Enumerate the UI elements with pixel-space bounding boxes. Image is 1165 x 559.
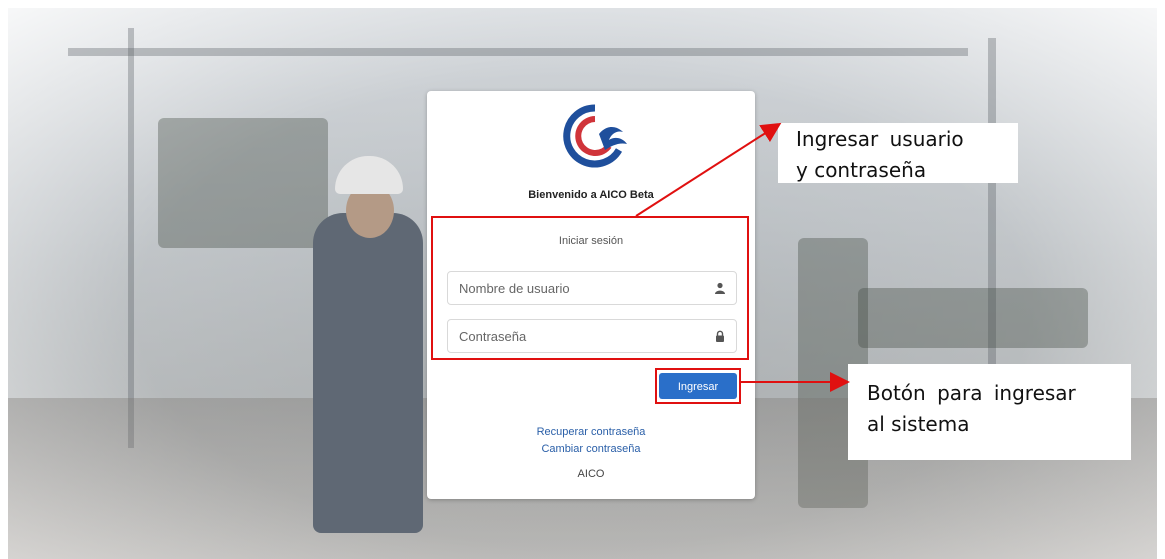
annotation-arrows (635, 122, 850, 392)
credentials-arrow (635, 122, 782, 217)
